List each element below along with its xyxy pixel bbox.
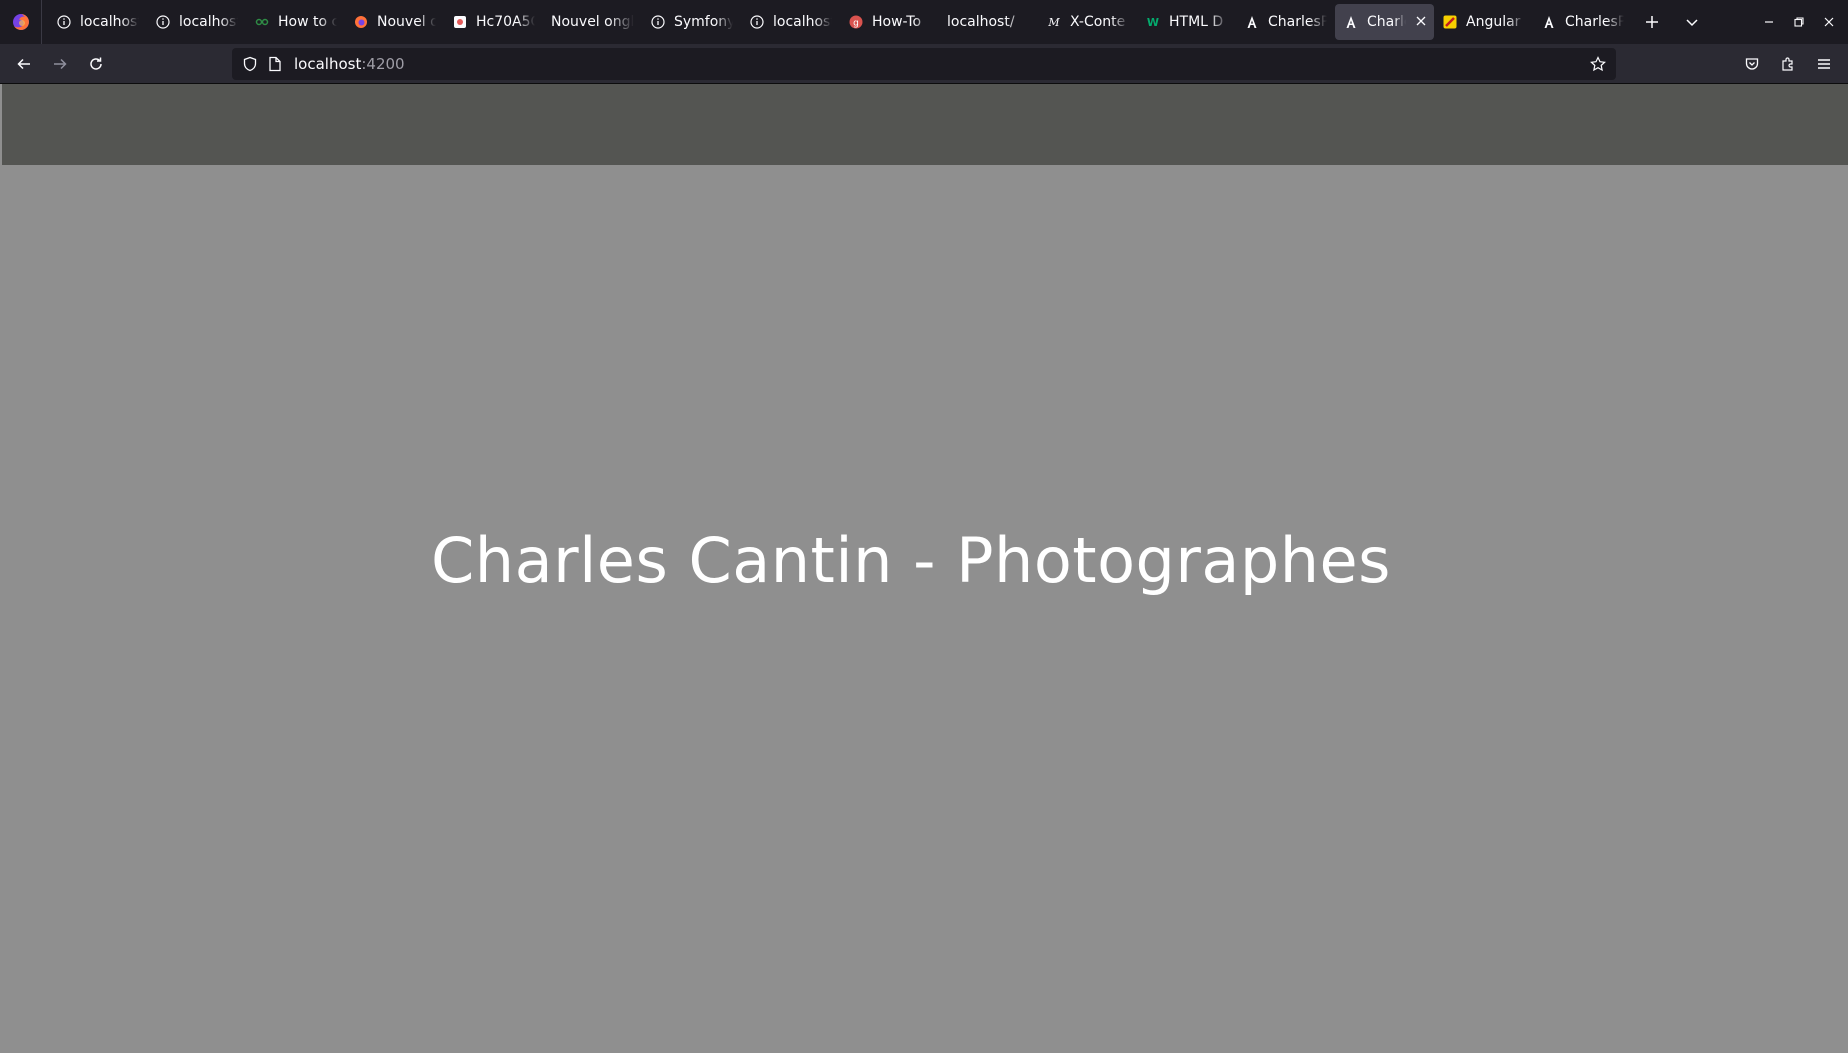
firefox-menu-icon[interactable] <box>0 0 42 44</box>
info-icon <box>56 14 72 30</box>
close-tab-icon[interactable] <box>1416 14 1426 30</box>
tab-label: Angular <box>1466 14 1521 30</box>
tab-label: CharlesP <box>1268 14 1327 30</box>
m-icon: M <box>1046 14 1062 30</box>
tab-strip: localhost localhost How to c Nouvel o Hc70A5… <box>0 0 1848 44</box>
list-all-tabs-chevron-icon[interactable] <box>1672 4 1712 40</box>
tab-label: localhost <box>773 14 832 30</box>
tab[interactable]: CharlesP <box>1236 4 1335 40</box>
tab[interactable]: How to c <box>246 4 345 40</box>
svg-text:W: W <box>1147 16 1159 29</box>
angular-icon <box>1343 14 1359 30</box>
tab[interactable]: Hc70A5C <box>444 4 543 40</box>
tab-label: X-Conte <box>1070 14 1126 30</box>
angular-icon <box>1541 14 1557 30</box>
tab-label: CharlesP <box>1565 14 1624 30</box>
page-info-icon[interactable] <box>268 56 282 72</box>
info-icon <box>155 14 171 30</box>
tracking-protection-shield-icon[interactable] <box>242 56 258 72</box>
tab-label: Symfony <box>674 14 733 30</box>
angular-icon <box>1244 14 1260 30</box>
tab-active[interactable]: Charle <box>1335 4 1434 40</box>
info-icon <box>749 14 765 30</box>
minimize-icon[interactable] <box>1754 0 1784 44</box>
tab-label: localhost <box>179 14 238 30</box>
tab-label: How-To <box>872 14 922 30</box>
tab-label: Nouvel o <box>377 14 436 30</box>
url-port: :4200 <box>361 55 405 73</box>
extensions-puzzle-icon[interactable] <box>1770 48 1806 80</box>
tab-label: localhost/ <box>947 14 1015 30</box>
pocket-icon[interactable] <box>1734 48 1770 80</box>
tab[interactable]: Nouvel o <box>345 4 444 40</box>
svg-text:g: g <box>853 19 859 29</box>
page-content: Charles Cantin - Photographes <box>0 84 1848 1053</box>
url-host: localhost <box>294 55 362 73</box>
restore-icon[interactable] <box>1784 0 1814 44</box>
tab[interactable]: Angular <box>1434 4 1533 40</box>
tab-label: HTML D <box>1169 14 1224 30</box>
new-tab-plus-icon[interactable] <box>1632 4 1672 40</box>
hamburger-menu-icon[interactable] <box>1806 48 1842 80</box>
link-icon <box>254 14 270 30</box>
tab[interactable]: W HTML D <box>1137 4 1236 40</box>
tab[interactable]: Symfony <box>642 4 741 40</box>
info-icon <box>650 14 666 30</box>
tab-label: Charle <box>1367 14 1406 30</box>
toolbar-right <box>1734 44 1848 84</box>
site-header-bar <box>2 84 1848 165</box>
tab[interactable]: Nouvel ongl <box>543 4 642 40</box>
tab-actions <box>1632 0 1712 44</box>
close-window-icon[interactable] <box>1814 0 1844 44</box>
w-icon: W <box>1145 14 1161 30</box>
tab-label: Nouvel ongl <box>551 14 634 30</box>
tab[interactable]: CharlesP <box>1533 4 1632 40</box>
yellow-app-icon <box>1442 14 1458 30</box>
window-controls <box>1754 0 1848 44</box>
tab-label: How to c <box>278 14 337 30</box>
navigation-toolbar: localhost:4200 <box>0 44 1848 84</box>
forward-arrow-icon[interactable] <box>42 48 78 80</box>
tab-label: Hc70A5C <box>476 14 535 30</box>
firefox-icon <box>353 14 369 30</box>
image-icon <box>452 14 468 30</box>
back-arrow-icon[interactable] <box>6 48 42 80</box>
reload-icon[interactable] <box>78 48 114 80</box>
tab[interactable]: M X-Conte <box>1038 4 1137 40</box>
tab-list: localhost localhost How to c Nouvel o Hc70A5… <box>42 0 1632 44</box>
tab[interactable]: localhost <box>741 4 840 40</box>
g-icon: g <box>848 14 864 30</box>
address-bar[interactable]: localhost:4200 <box>232 48 1616 80</box>
bookmark-star-icon[interactable] <box>1590 56 1606 72</box>
tab-label: localhost <box>80 14 139 30</box>
tab[interactable]: localhost <box>48 4 147 40</box>
hero-title: Charles Cantin - Photographes <box>431 523 1391 597</box>
tab[interactable]: localhost/ <box>939 4 1038 40</box>
svg-text:M: M <box>1047 16 1060 29</box>
tab[interactable]: g How-To <box>840 4 939 40</box>
tab[interactable]: localhost <box>147 4 246 40</box>
